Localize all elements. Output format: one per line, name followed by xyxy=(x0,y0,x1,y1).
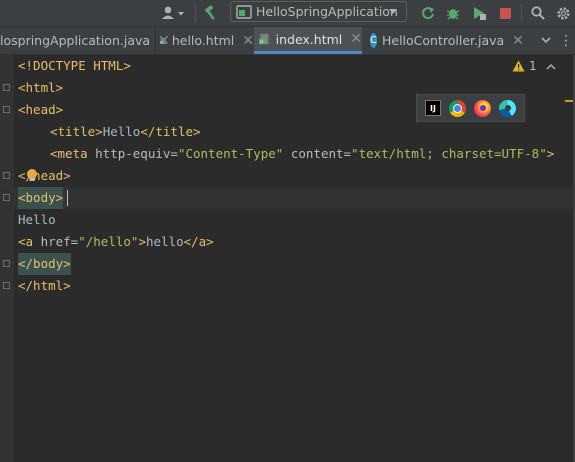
svg-text:H: H xyxy=(161,40,163,44)
tab-label: hello.html xyxy=(171,33,235,48)
tab-label: HelloController.java xyxy=(381,33,505,48)
tab-close-icon[interactable]: ✕ xyxy=(512,33,524,49)
code-text: <!DOCTYPE HTML> xyxy=(18,58,131,73)
tab-label: index.html xyxy=(275,31,343,47)
code-line: <a href="/hello">hello</a> xyxy=(0,231,575,253)
code-line: Hello xyxy=(0,209,575,231)
search-button[interactable] xyxy=(528,0,548,26)
firefox-icon[interactable] xyxy=(474,99,491,117)
search-icon xyxy=(531,6,545,20)
code-text: <head> xyxy=(18,102,64,117)
tab-index-html[interactable]: H index.html ✕ xyxy=(254,27,362,54)
tab-overflow-button[interactable] xyxy=(536,27,556,54)
fold-marker-icon[interactable] xyxy=(3,172,10,179)
run-with-coverage-button[interactable] xyxy=(468,0,490,26)
text-caret xyxy=(67,190,68,206)
tab-hellospringapplication-java[interactable]: lospringApplication.java ✕ xyxy=(0,27,170,54)
tab-hellocontroller-java[interactable]: C HelloController.java ✕ xyxy=(363,27,524,54)
build-hammer-icon xyxy=(204,5,215,20)
tab-overflow-icon xyxy=(541,37,551,44)
code-text: </body> xyxy=(18,253,71,275)
chevron-down-icon xyxy=(389,9,397,14)
tab-hello-html[interactable]: H hello.html ✕ xyxy=(156,27,254,54)
code-text: <body> xyxy=(18,187,64,209)
code-line: </html> xyxy=(0,275,575,297)
debug-bug-icon xyxy=(446,9,460,20)
fold-marker-icon[interactable] xyxy=(3,84,10,91)
run-coverage-icon xyxy=(474,7,486,20)
code-line: </body> xyxy=(0,253,575,275)
intellij-icon[interactable]: IJ xyxy=(425,100,441,116)
code-text: </html> xyxy=(18,278,71,293)
tab-close-icon[interactable]: ✕ xyxy=(242,33,254,49)
code-text: <html> xyxy=(18,80,64,95)
user-menu-button[interactable] xyxy=(158,0,188,26)
fold-marker-icon[interactable] xyxy=(3,260,10,267)
fold-marker-icon[interactable] xyxy=(3,106,10,113)
run-configuration-label: HelloSpringApplication xyxy=(256,4,398,19)
inspection-widget[interactable]: 1 xyxy=(512,59,556,73)
code-line: <title>Hello</title> xyxy=(0,121,575,143)
code-line-current: <body> xyxy=(0,187,575,209)
run-configuration-selector[interactable]: HelloSpringApplication xyxy=(230,1,407,22)
settings-button[interactable] xyxy=(553,0,573,26)
tab-close-icon[interactable]: ✕ xyxy=(350,31,362,47)
svg-text:H: H xyxy=(260,39,263,45)
code-text: <title>Hello</title> xyxy=(50,124,201,139)
fold-marker-icon[interactable] xyxy=(3,194,10,201)
main-toolbar: HelloSpringApplication xyxy=(0,0,575,27)
code-text: <meta http-equiv="Content-Type" content=… xyxy=(50,146,555,161)
java-class-icon: C xyxy=(370,33,377,48)
user-icon xyxy=(162,6,184,19)
build-button[interactable] xyxy=(200,0,222,26)
warning-count: 1 xyxy=(529,59,537,73)
spring-app-icon xyxy=(236,4,252,19)
rerun-button[interactable] xyxy=(418,0,438,26)
edge-icon[interactable] xyxy=(499,99,516,117)
toolbar-separator xyxy=(195,4,196,22)
stop-icon xyxy=(499,7,511,19)
tab-label: lospringApplication.java xyxy=(0,33,151,48)
rerun-icon xyxy=(422,7,434,20)
html-file-icon: H xyxy=(160,37,166,44)
code-line: <!DOCTYPE HTML> xyxy=(0,55,575,77)
stop-button[interactable] xyxy=(495,0,515,26)
chrome-icon[interactable] xyxy=(449,99,466,117)
tab-menu-button[interactable]: ⋮ xyxy=(557,27,575,54)
bulb-icon[interactable] xyxy=(26,168,38,183)
settings-gear-icon xyxy=(556,6,570,20)
editor-tab-bar: lospringApplication.java ✕ H hello.html … xyxy=(0,27,575,55)
open-in-browser-popup: IJ xyxy=(416,94,525,122)
debug-button[interactable] xyxy=(443,0,463,26)
toolbar-separator xyxy=(521,4,522,22)
warning-icon xyxy=(512,60,525,72)
code-editor[interactable]: <!DOCTYPE HTML> <html> <head> <title>Hel… xyxy=(0,55,575,462)
more-vertical-icon: ⋮ xyxy=(559,32,573,49)
chevron-up-icon[interactable] xyxy=(546,63,556,70)
html-file-icon: H xyxy=(259,33,269,45)
code-line: </head> xyxy=(0,165,575,187)
code-line: <meta http-equiv="Content-Type" content=… xyxy=(0,143,575,165)
code-text: Hello xyxy=(18,212,56,227)
code-text: <a href="/hello">hello</a> xyxy=(18,234,214,249)
fold-marker-icon[interactable] xyxy=(3,282,10,289)
